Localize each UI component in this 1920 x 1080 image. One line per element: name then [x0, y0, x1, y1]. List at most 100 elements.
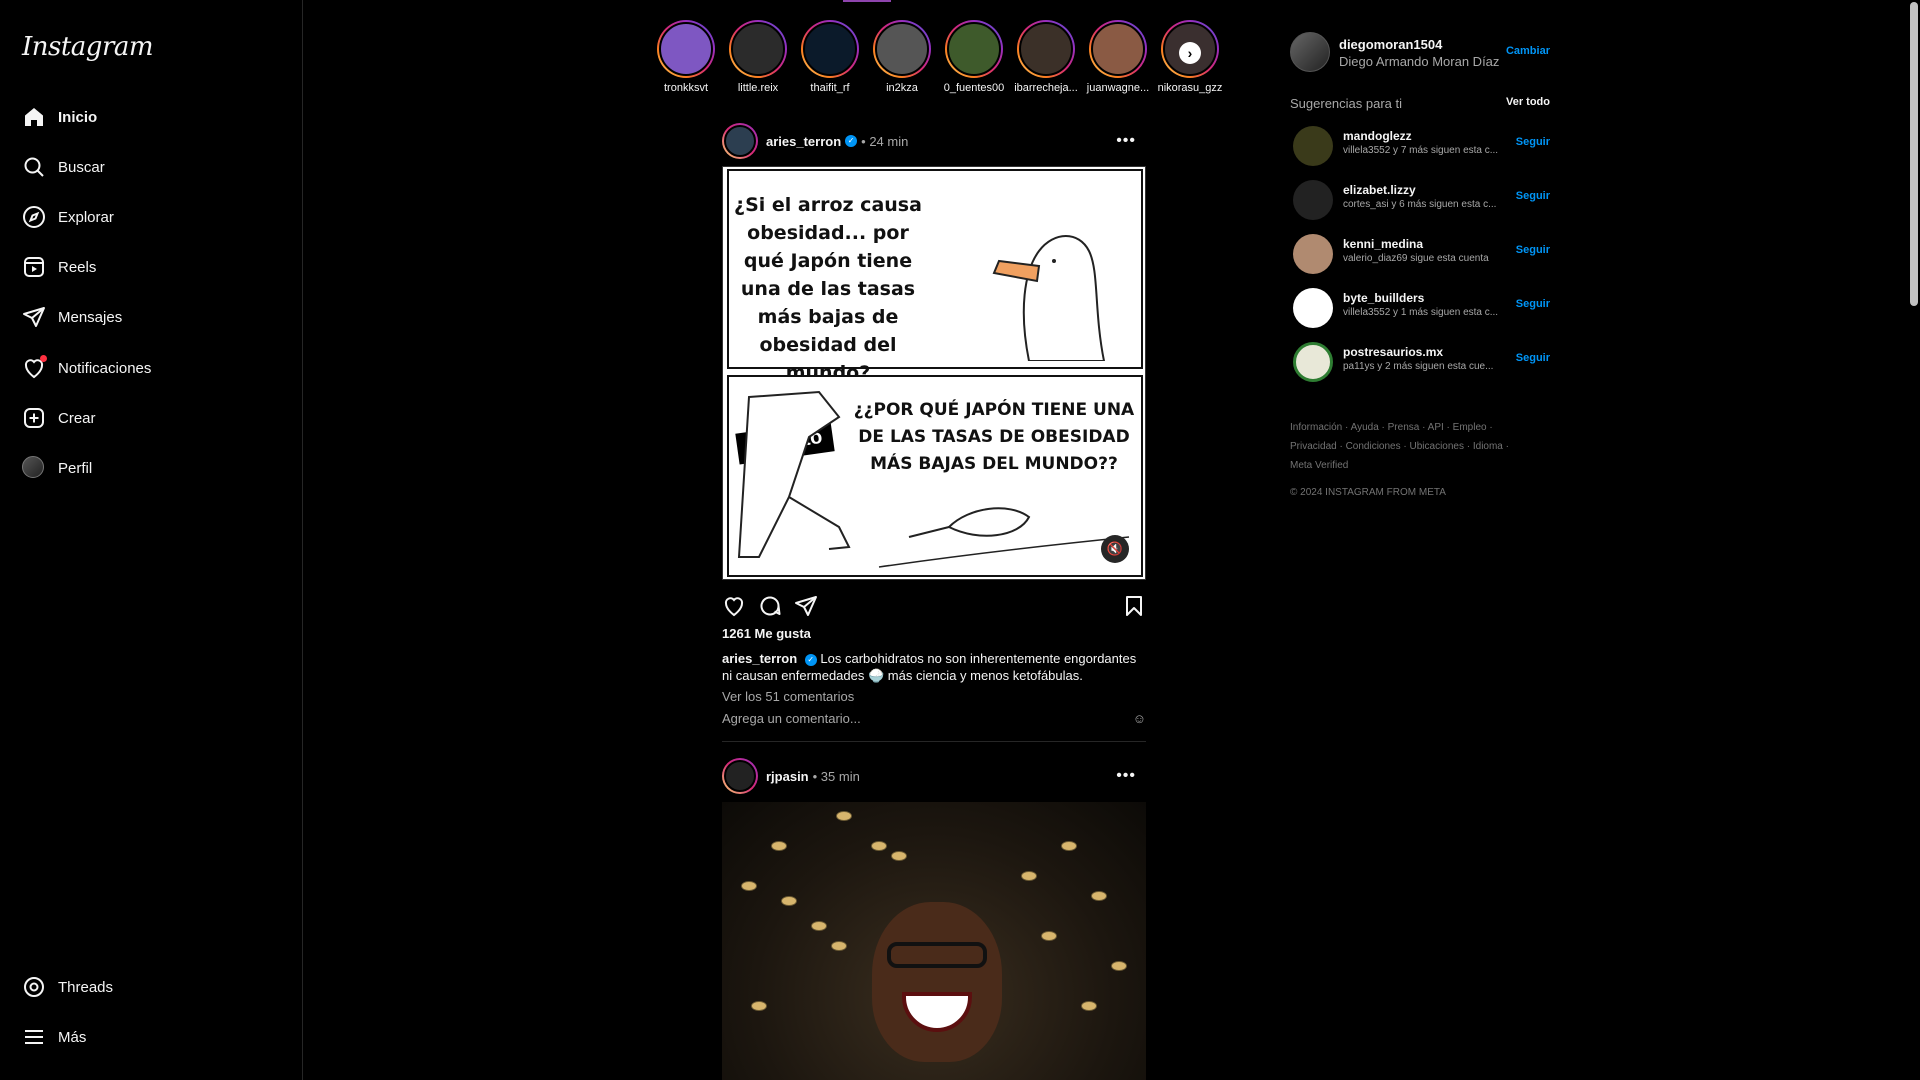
scrollbar[interactable]	[1910, 2, 1918, 306]
avatar[interactable]	[1293, 342, 1333, 382]
sidebar: Instagram Inicio Buscar Explorar Reels M…	[0, 0, 303, 1080]
story-item[interactable]: little.reix	[722, 20, 794, 94]
avatar[interactable]	[1293, 234, 1333, 274]
post-caption: aries_terron ✓ Los carbohidratos no son …	[722, 650, 1146, 684]
nav-item-threads[interactable]: Threads	[22, 975, 113, 999]
story-item[interactable]: juanwagne...	[1082, 20, 1154, 94]
nav-item-buscar[interactable]: Buscar	[22, 155, 105, 179]
see-all-link[interactable]: Ver todo	[1506, 96, 1550, 108]
nav-item-inicio[interactable]: Inicio	[22, 105, 97, 129]
verified-icon: ✓	[845, 135, 858, 147]
view-comments-link[interactable]: Ver los 51 comentarios	[722, 689, 854, 704]
follow-button[interactable]: Seguir	[1516, 244, 1550, 256]
more-options-icon[interactable]: •••	[1116, 767, 1136, 785]
avatar[interactable]	[722, 758, 758, 794]
avatar[interactable]	[1293, 126, 1333, 166]
avatar[interactable]	[1290, 32, 1330, 72]
caption-username[interactable]: aries_terron	[722, 651, 797, 666]
stories-tray: tronkksvt little.reix thaifit_rf in2kza …	[650, 20, 1222, 100]
mute-icon[interactable]: 🔇	[1101, 535, 1129, 563]
meme-panel-bottom: ¿¿POR QUÉ JAPÓN TIENE UNA DE LAS TASAS D…	[727, 375, 1143, 577]
bookmark-icon[interactable]	[1122, 594, 1146, 618]
heart-icon	[22, 355, 47, 380]
send-icon	[22, 305, 46, 329]
story-item[interactable]: ibarrecheja...	[1010, 20, 1082, 94]
avatar	[22, 456, 46, 480]
emoji-icon[interactable]: ☺	[1133, 711, 1146, 726]
suggestion-desc: pa11ys y 2 más siguen esta cue...	[1343, 361, 1494, 372]
story-name: thaifit_rf	[810, 82, 850, 94]
story-name: little.reix	[737, 82, 779, 94]
nav-item-notificaciones[interactable]: Notificaciones	[22, 355, 151, 380]
suggestion-item: postresaurios.mx pa11ys y 2 más siguen e…	[1290, 340, 1550, 384]
copyright: © 2024 INSTAGRAM FROM META	[1290, 487, 1446, 498]
nav-item-explorar[interactable]: Explorar	[22, 205, 114, 229]
avatar[interactable]	[1293, 288, 1333, 328]
switch-account-link[interactable]: Cambiar	[1506, 45, 1550, 57]
nav-item-reels[interactable]: Reels	[22, 255, 96, 279]
more-options-icon[interactable]: •••	[1116, 132, 1136, 150]
current-user: diegomoran1504 Diego Armando Moran Díaz …	[1290, 32, 1550, 76]
story-name: in2kza	[886, 82, 918, 94]
avatar[interactable]	[722, 123, 758, 159]
suggestions-title: Sugerencias para ti	[1290, 96, 1403, 111]
story-item[interactable]: tronkksvt	[650, 20, 722, 94]
story-name: ibarrecheja...	[1014, 82, 1078, 94]
post-actions	[722, 594, 1146, 618]
post-username[interactable]: aries_terron	[766, 134, 841, 149]
post-image-glasses	[887, 942, 987, 968]
current-username[interactable]: diegomoran1504	[1339, 37, 1442, 52]
post-header: aries_terron ✓ • 24 min •••	[722, 121, 1146, 161]
suggestion-item: mandoglezz villela3552 y 7 más siguen es…	[1290, 124, 1550, 168]
comment-icon[interactable]	[758, 594, 782, 618]
suggestion-desc: villela3552 y 7 más siguen esta c...	[1343, 145, 1499, 156]
post-image-face	[872, 902, 1002, 1062]
nav-item-mensajes[interactable]: Mensajes	[22, 305, 122, 329]
nav-label: Reels	[58, 258, 97, 276]
post-time: • 35 min	[812, 768, 860, 784]
add-comment-input[interactable]: Agrega un comentario... ☺	[722, 711, 1146, 726]
like-icon[interactable]	[722, 594, 746, 618]
suggestion-username[interactable]: kenni_medina	[1343, 237, 1423, 251]
story-name: nikorasu_gzz	[1157, 82, 1223, 94]
nav-item-perfil[interactable]: Perfil	[22, 456, 92, 480]
nav-label: Threads	[58, 978, 114, 996]
goose-illustration	[992, 235, 1106, 361]
suggestion-username[interactable]: byte_buillders	[1343, 291, 1424, 305]
story-name: 0_fuentes00	[943, 82, 1005, 94]
footer-links[interactable]: Información · Ayuda · Prensa · API · Emp…	[1290, 418, 1530, 475]
follow-button[interactable]: Seguir	[1516, 352, 1550, 364]
post-media[interactable]: ¿Si el arroz causa obesidad... por qué J…	[722, 166, 1146, 580]
story-name: juanwagne...	[1086, 82, 1150, 94]
story-item[interactable]: 0_fuentes00	[938, 20, 1010, 94]
post-username[interactable]: rjpasin	[766, 769, 809, 784]
like-count[interactable]: 1261 Me gusta	[722, 626, 811, 641]
suggestion-item: byte_buillders villela3552 y 1 más sigue…	[1290, 286, 1550, 330]
stories-next-button[interactable]: ›	[1179, 42, 1201, 64]
suggestion-username[interactable]: elizabet.lizzy	[1343, 183, 1416, 197]
suggestion-desc: villela3552 y 1 más siguen esta c...	[1343, 307, 1499, 318]
share-icon[interactable]	[794, 594, 818, 618]
follow-button[interactable]: Seguir	[1516, 136, 1550, 148]
suggestion-username[interactable]: mandoglezz	[1343, 129, 1412, 143]
running-man-illustration	[737, 390, 1130, 568]
instagram-logo[interactable]: Instagram	[22, 32, 154, 62]
nav-item-mas[interactable]: Más	[22, 1025, 86, 1049]
post-media[interactable]	[722, 802, 1146, 1080]
current-fullname: Diego Armando Moran Díaz	[1339, 54, 1500, 69]
follow-button[interactable]: Seguir	[1516, 190, 1550, 202]
follow-button[interactable]: Seguir	[1516, 298, 1550, 310]
avatar[interactable]	[1293, 180, 1333, 220]
nav-item-crear[interactable]: Crear	[22, 406, 96, 430]
story-item[interactable]: in2kza	[866, 20, 938, 94]
nav-label: Explorar	[58, 208, 114, 226]
home-icon	[22, 105, 46, 129]
meme-panel-top: ¿Si el arroz causa obesidad... por qué J…	[727, 169, 1143, 384]
compass-icon	[22, 205, 46, 229]
suggestion-username[interactable]: postresaurios.mx	[1343, 345, 1443, 359]
nav-label: Crear	[58, 409, 96, 427]
menu-icon	[22, 1025, 46, 1049]
reels-icon	[22, 255, 46, 279]
story-item[interactable]: thaifit_rf	[794, 20, 866, 94]
notification-dot	[40, 355, 47, 362]
